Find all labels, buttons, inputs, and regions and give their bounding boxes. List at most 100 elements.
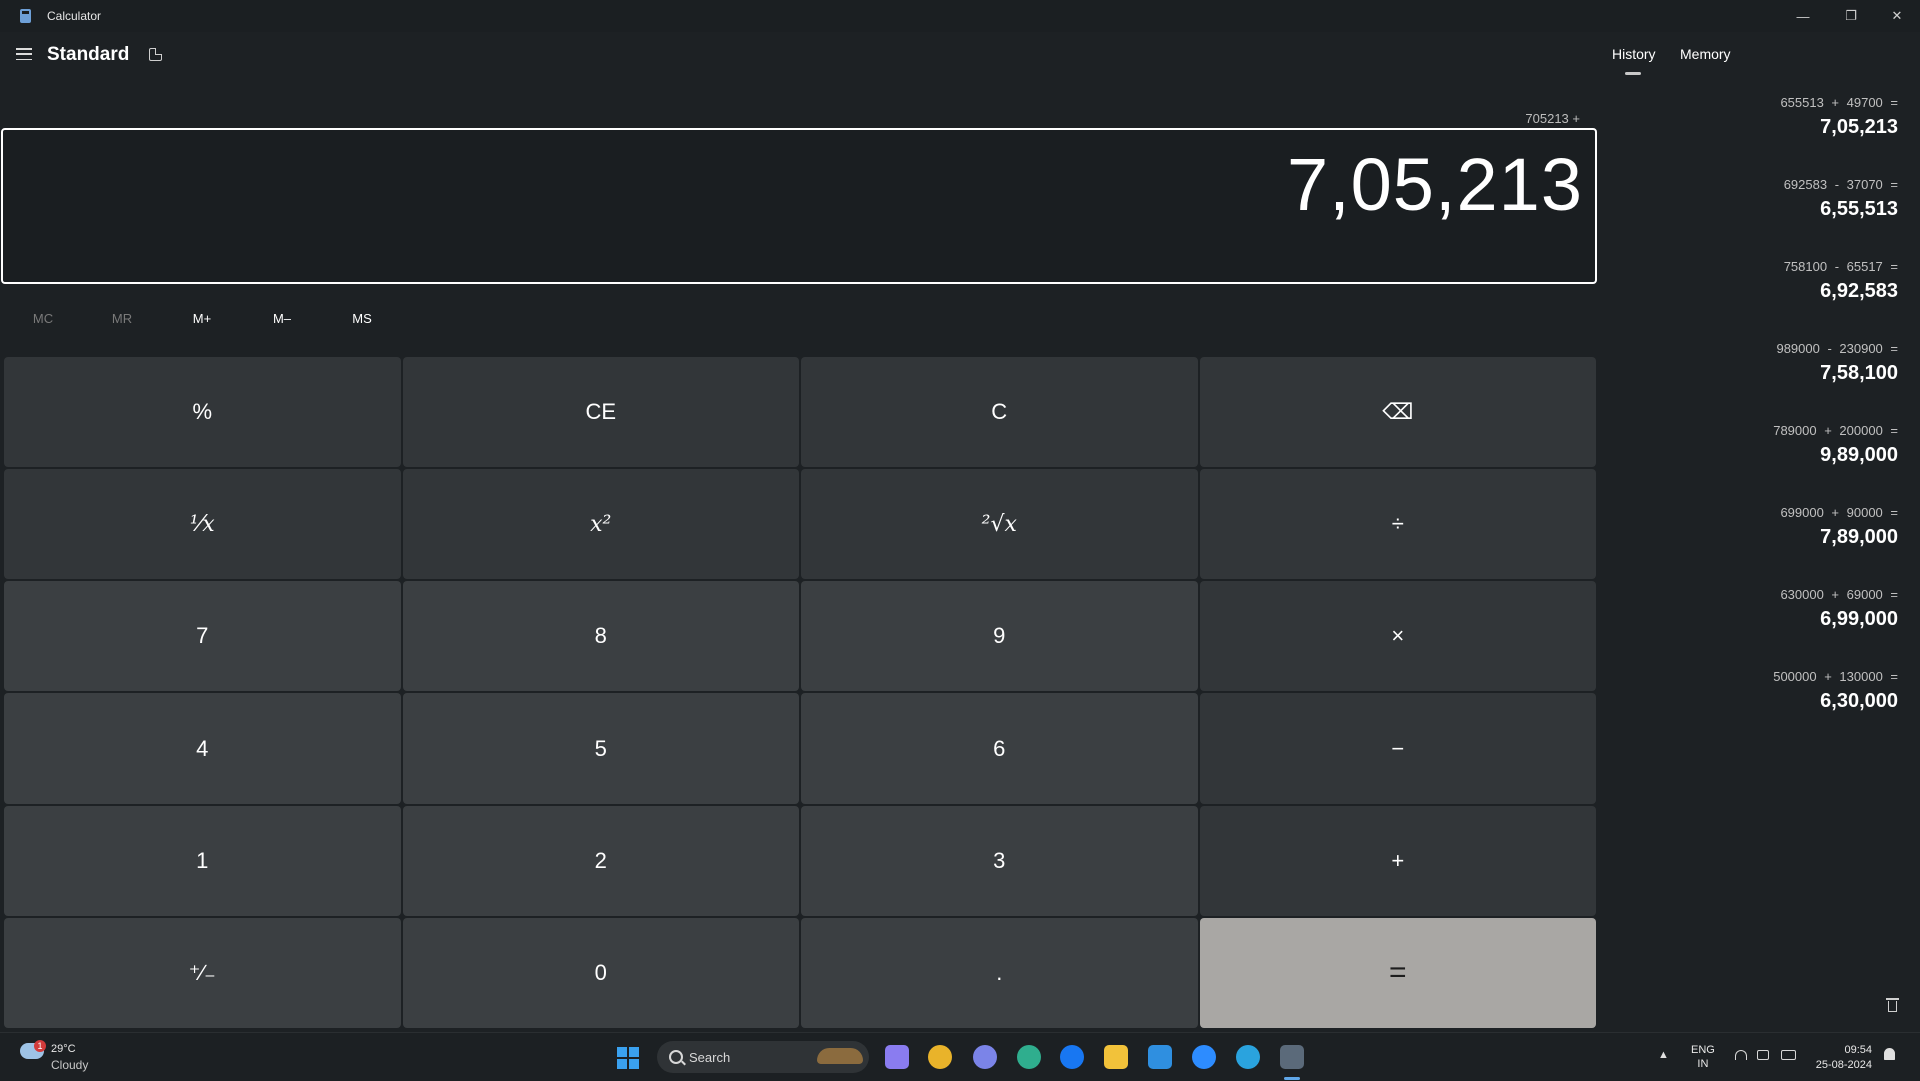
digit-1-button[interactable]: 1 xyxy=(4,805,401,916)
plus-icon: + xyxy=(1391,847,1405,873)
memory-add-button[interactable]: M+ xyxy=(172,311,232,326)
weather-temperature[interactable]: 29°C xyxy=(51,1043,76,1055)
region-code: IN xyxy=(1697,1058,1709,1070)
ai-hub-icon[interactable] xyxy=(973,1045,997,1069)
square-root-button[interactable]: ²√x xyxy=(801,469,1198,580)
history-expression: 989000 - 230900 = xyxy=(1776,341,1898,356)
edge-icon[interactable] xyxy=(1017,1045,1041,1069)
battery-icon[interactable] xyxy=(1781,1050,1796,1060)
digit-7-button[interactable]: 7 xyxy=(4,581,401,692)
search-icon xyxy=(669,1050,683,1064)
digit-8-button[interactable]: 8 xyxy=(402,581,799,692)
start-menu-icon[interactable] xyxy=(617,1047,639,1069)
title-bar: Calculator — ❐ ✕ xyxy=(0,0,1920,32)
clock-time: 09:54 xyxy=(1844,1044,1872,1056)
zoom-icon[interactable] xyxy=(1192,1045,1216,1069)
show-hidden-icons-chevron-icon[interactable]: ▲ xyxy=(1658,1049,1669,1061)
calculator-icon[interactable] xyxy=(1280,1045,1304,1069)
percent-button[interactable]: % xyxy=(4,357,401,468)
memory-store-button[interactable]: MS xyxy=(332,311,392,326)
history-result: 6,55,513 xyxy=(1820,198,1898,220)
decimal-button[interactable]: . xyxy=(801,917,1198,1028)
history-result: 7,58,100 xyxy=(1820,362,1898,384)
weather-badge: 1 xyxy=(34,1040,46,1052)
negate-button[interactable]: ⁺∕₋ xyxy=(4,917,401,1028)
multiply-icon: × xyxy=(1391,623,1405,649)
facebook-icon[interactable] xyxy=(1060,1045,1084,1069)
memory-subtract-button[interactable]: M– xyxy=(252,311,312,326)
history-item[interactable]: 500000 + 130000 = 6,30,000 xyxy=(1773,669,1898,713)
history-expression: 655513 + 49700 = xyxy=(1780,95,1898,110)
history-expression: 699000 + 90000 = xyxy=(1780,505,1898,520)
weather-condition[interactable]: Cloudy xyxy=(51,1058,88,1072)
digit-3-button[interactable]: 3 xyxy=(801,805,1198,916)
search-placeholder: Search xyxy=(689,1050,731,1065)
multiply-button[interactable]: × xyxy=(1199,581,1596,692)
history-expression: 500000 + 130000 = xyxy=(1773,669,1898,684)
history-result: 6,99,000 xyxy=(1820,608,1898,630)
tab-memory[interactable]: Memory xyxy=(1680,46,1731,62)
history-item[interactable]: 699000 + 90000 = 7,89,000 xyxy=(1780,505,1898,549)
mail-icon[interactable] xyxy=(1148,1045,1172,1069)
square-button[interactable]: x² xyxy=(402,469,799,580)
navigation-menu-icon[interactable] xyxy=(16,48,32,60)
digit-9-button[interactable]: 9 xyxy=(801,581,1198,692)
clear-entry-button[interactable]: CE xyxy=(402,357,799,468)
reciprocal-button[interactable]: ¹⁄x xyxy=(4,469,401,580)
divide-icon: ÷ xyxy=(1391,511,1404,537)
history-expression: 630000 + 69000 = xyxy=(1780,587,1898,602)
digit-6-button[interactable]: 6 xyxy=(801,693,1198,804)
history-item[interactable]: 789000 + 200000 = 9,89,000 xyxy=(1773,423,1898,467)
history-item[interactable]: 630000 + 69000 = 6,99,000 xyxy=(1780,587,1898,631)
digit-5-button[interactable]: 5 xyxy=(402,693,799,804)
history-item[interactable]: 758100 - 65517 = 6,92,583 xyxy=(1784,259,1898,303)
history-result: 7,05,213 xyxy=(1820,116,1898,138)
minimize-button[interactable]: — xyxy=(1780,0,1826,32)
memory-recall-button[interactable]: MR xyxy=(92,311,152,326)
language-code: ENG xyxy=(1691,1044,1715,1056)
tab-history[interactable]: History xyxy=(1612,46,1656,62)
equals-button[interactable]: = xyxy=(1199,917,1596,1028)
clear-button[interactable]: C xyxy=(801,357,1198,468)
active-tab-indicator xyxy=(1625,72,1641,75)
backspace-button[interactable]: ⌫ xyxy=(1199,357,1596,468)
history-result: 6,30,000 xyxy=(1820,690,1898,712)
divide-button[interactable]: ÷ xyxy=(1199,469,1596,580)
wifi-icon[interactable] xyxy=(1735,1050,1747,1060)
system-clock[interactable]: 09:54 25-08-2024 xyxy=(1816,1043,1872,1073)
history-result: 6,92,583 xyxy=(1820,280,1898,302)
digit-0-button[interactable]: 0 xyxy=(402,917,799,1028)
keep-on-top-icon[interactable] xyxy=(149,48,162,61)
calculator-mode-title: Standard xyxy=(47,44,130,65)
history-expression: 692583 - 37070 = xyxy=(1783,177,1898,192)
digit-4-button[interactable]: 4 xyxy=(4,693,401,804)
expression-display: 705213 + xyxy=(1525,111,1580,126)
history-item[interactable]: 989000 - 230900 = 7,58,100 xyxy=(1776,341,1898,385)
taskbar-search-box[interactable]: Search xyxy=(657,1041,869,1073)
copilot-icon[interactable] xyxy=(885,1045,909,1069)
keypad: % CE C ⌫ ¹⁄x x² ²√x ÷ 7 8 9 × 4 5 6 − 1 … xyxy=(4,357,1596,1028)
close-button[interactable]: ✕ xyxy=(1874,0,1920,32)
notification-bell-icon[interactable] xyxy=(1884,1048,1895,1060)
telegram-icon[interactable] xyxy=(1236,1045,1260,1069)
minus-button[interactable]: − xyxy=(1199,693,1596,804)
plus-button[interactable]: + xyxy=(1199,805,1596,916)
input-language[interactable]: ENG IN xyxy=(1691,1043,1715,1071)
clear-history-trash-icon[interactable] xyxy=(1886,998,1899,1013)
maximize-button[interactable]: ❐ xyxy=(1828,0,1874,32)
backspace-icon: ⌫ xyxy=(1382,399,1414,425)
history-item[interactable]: 692583 - 37070 = 6,55,513 xyxy=(1784,177,1898,221)
window-title: Calculator xyxy=(47,9,102,23)
square-label: x² xyxy=(590,511,612,537)
taskbar: 1 29°C Cloudy Search ▲ ENG IN 09:54 25-0… xyxy=(0,1032,1920,1081)
chrome-icon[interactable] xyxy=(928,1045,952,1069)
memory-clear-button[interactable]: MC xyxy=(13,311,73,326)
history-item[interactable]: 655513 + 49700 = 7,05,213 xyxy=(1780,95,1898,139)
result-value: 7,05,213 xyxy=(1286,143,1583,226)
file-explorer-icon[interactable] xyxy=(1104,1045,1128,1069)
volume-icon[interactable] xyxy=(1757,1050,1769,1060)
digit-2-button[interactable]: 2 xyxy=(402,805,799,916)
search-highlight-image xyxy=(817,1048,863,1064)
minus-icon: − xyxy=(1391,735,1405,761)
history-result: 9,89,000 xyxy=(1820,444,1898,466)
